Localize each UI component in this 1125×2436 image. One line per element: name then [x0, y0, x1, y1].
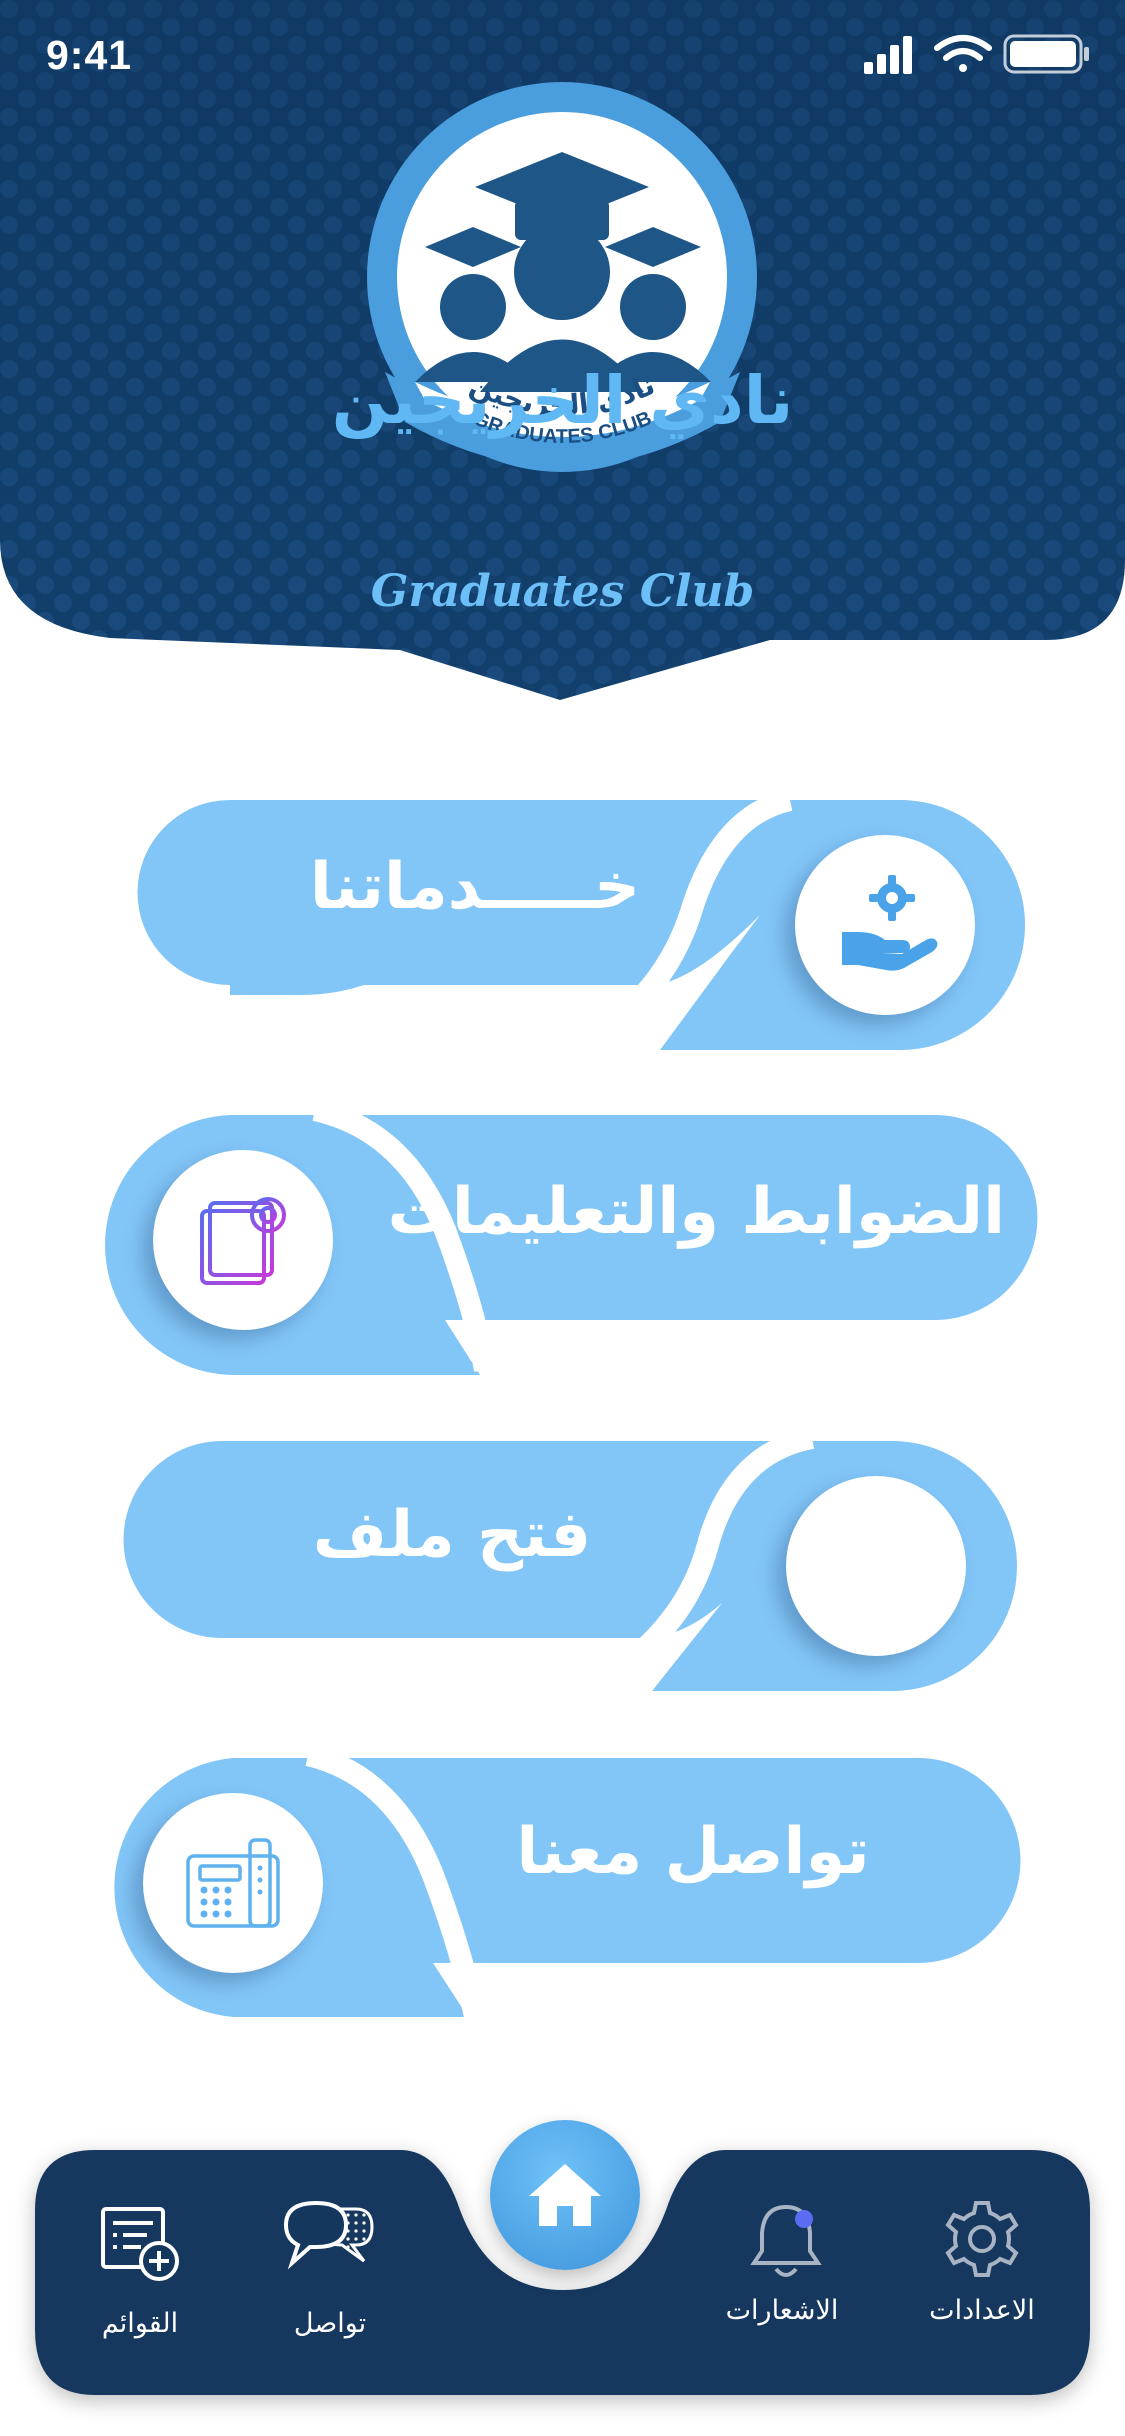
gear-icon[interactable]: [940, 2197, 1024, 2281]
regulations-card[interactable]: الضوابط والتعليمات: [105, 1099, 1038, 1380]
nav-notifications-label[interactable]: الاشعارات: [697, 2295, 867, 2326]
chat-bubbles-icon[interactable]: [280, 2195, 376, 2285]
status-bar-time: 9:41: [46, 32, 133, 78]
contact-label: تواصل معنا: [516, 1815, 870, 1889]
desk-phone-icon: [186, 1838, 280, 1928]
wifi-icon: [934, 35, 992, 72]
notification-dot: [795, 2210, 813, 2228]
club-title-arabic: نادي الخريجين: [331, 362, 794, 439]
contact-icon-circle: [143, 1793, 323, 1973]
regulations-icon-circle: [153, 1150, 333, 1330]
status-bar-icons: [864, 34, 1089, 74]
signal-icon: [864, 36, 912, 74]
battery-icon: [1003, 34, 1089, 74]
nav-settings-label[interactable]: الاعدادات: [897, 2295, 1067, 2326]
open-file-icon-circle: [786, 1476, 966, 1656]
contact-card[interactable]: تواصل معنا: [103, 1744, 1021, 2020]
club-title-english: Graduates Club: [370, 566, 755, 617]
bell-icon[interactable]: [746, 2195, 826, 2285]
services-label: خـــــدماتنا: [309, 850, 641, 924]
home-button[interactable]: [490, 2120, 640, 2270]
open-file-label: فتح ملف: [312, 1498, 592, 1572]
list-add-icon[interactable]: [97, 2203, 183, 2283]
nav-chat-label[interactable]: تواصل: [245, 2308, 415, 2339]
services-icon-circle: [795, 835, 975, 1015]
services-card[interactable]: خـــــدماتنا: [130, 789, 1025, 1060]
hand-gear-icon: [842, 875, 938, 971]
open-file-card[interactable]: فتح ملف: [122, 1427, 1018, 1703]
home-icon: [529, 2164, 601, 2226]
regulations-label: الضوابط والتعليمات: [387, 1175, 1005, 1249]
document-settings-icon: [200, 1193, 290, 1285]
nav-lists-label[interactable]: القوائم: [55, 2308, 225, 2339]
